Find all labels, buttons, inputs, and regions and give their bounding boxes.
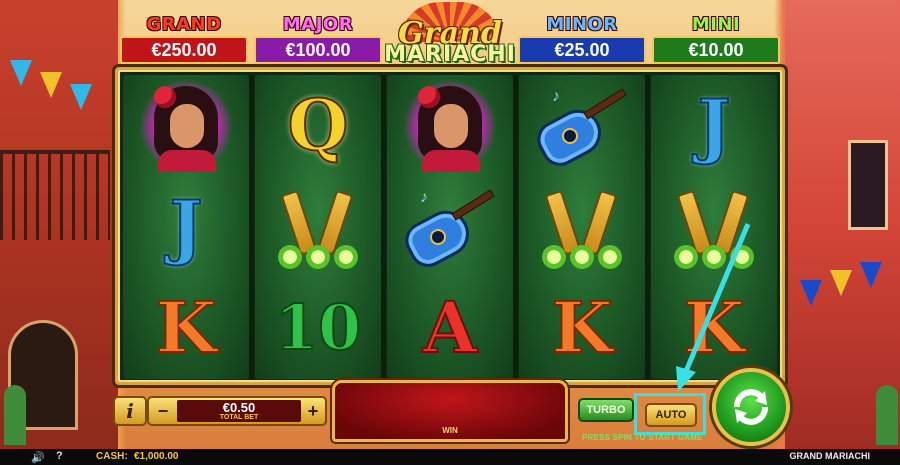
bunting-flag [40,72,62,98]
cash-value: €1,000.00 [134,451,179,462]
symbol-guitar: ♪ [387,176,513,277]
symbol-K: K [519,277,645,378]
jackpot-value: €10.00 [652,36,780,64]
symbol-bottles [255,176,381,277]
guitar-icon: ♪ [398,187,500,273]
bottles-lime-icon [532,185,632,269]
symbol-A: A [387,277,513,378]
bet-decrease-button[interactable]: − [152,400,174,422]
bunting-flag [830,270,852,296]
window-decoration [848,140,888,230]
game-stage: GRAND €250.00 MAJOR €100.00 Grand MARIAC… [0,0,900,465]
jackpot-mini: MINI €10.00 [650,14,782,66]
game-title: GRAND MARIACHI [789,451,871,461]
bet-control: − €0.50 TOTAL BET + [147,396,327,426]
jackpot-label: MINOR [546,14,618,35]
symbol-glyph: Q [287,83,350,167]
bunting-flag [70,84,92,110]
status-bar: 🔊 ? CASH: €1,000.00 GRAND MARIACHI [0,449,900,465]
total-bet-value: €0.50 [222,400,256,415]
jackpot-value: €25.00 [518,36,646,64]
auto-button-highlight: AUTO [634,393,706,435]
spin-hint: PRESS SPIN TO START GAME [582,433,703,442]
win-label: WIN [442,426,458,435]
help-button[interactable]: ? [56,450,63,462]
jackpot-value: €250.00 [120,36,248,64]
jackpot-grand: GRAND €250.00 [118,14,250,66]
symbol-glyph: J [696,83,731,167]
jackpot-label: MINI [691,14,741,35]
bottles-lime-icon [664,185,764,269]
jackpot-minor: MINOR €25.00 [516,14,648,66]
symbol-J: J [123,176,249,277]
lady-wild-icon [404,79,496,172]
bet-increase-button[interactable]: + [302,400,324,422]
symbol-bottles [651,176,777,277]
reel-separator [513,75,518,379]
win-display: WIN [332,380,568,442]
bunting-flag [10,60,32,86]
symbol-glyph: 10 [274,290,362,364]
reel-column: JK [651,75,777,379]
auto-button[interactable]: AUTO [645,403,697,427]
bet-display: €0.50 TOTAL BET [177,400,301,422]
jackpot-major: MAJOR €100.00 [252,14,384,66]
reel-separator [249,75,254,379]
symbol-glyph: K [683,285,746,369]
game-logo: Grand MARIACHI [372,2,528,70]
symbol-guitar: ♪ [519,75,645,176]
cactus-decoration [876,385,898,445]
symbol-glyph: J [168,184,203,268]
reel-column: JK [123,75,249,379]
bunting-flag [800,280,822,306]
symbol-K: K [123,277,249,378]
lady-wild-icon [140,79,232,172]
reel-separator [645,75,650,379]
balcony-decoration [0,150,110,240]
spin-button[interactable] [712,368,790,446]
refresh-icon [734,389,768,425]
symbol-lady-wild [123,75,249,176]
symbol-K: K [651,277,777,378]
guitar-icon: ♪ [530,86,632,172]
reel-column: ♪ K [519,75,645,379]
symbol-glyph: K [155,285,218,369]
reel-separator [381,75,386,379]
total-bet-label: TOTAL BET [219,414,259,421]
info-button[interactable]: i [113,396,147,426]
bunting-flag [860,262,882,288]
symbol-lady-wild [387,75,513,176]
symbol-J: J [651,75,777,176]
symbol-Q: Q [255,75,381,176]
cactus-decoration [4,385,26,445]
jackpot-value: €100.00 [254,36,382,64]
jackpot-label: GRAND [146,14,222,35]
symbol-glyph: A [422,285,478,369]
symbol-bottles [519,176,645,277]
turbo-button[interactable]: TURBO [578,398,634,422]
cash-label: CASH: [96,451,128,462]
reel-column: ♪ A [387,75,513,379]
reel-grid: J K Q 10 ♪ A ♪ K J K [115,67,785,385]
reel-column: Q 10 [255,75,381,379]
logo-line2: MARIACHI [384,42,516,67]
volume-icon[interactable]: 🔊 [31,451,45,464]
jackpot-label: MAJOR [282,14,354,35]
bottles-lime-icon [268,185,368,269]
symbol-glyph: K [551,285,614,369]
symbol-10: 10 [255,277,381,378]
